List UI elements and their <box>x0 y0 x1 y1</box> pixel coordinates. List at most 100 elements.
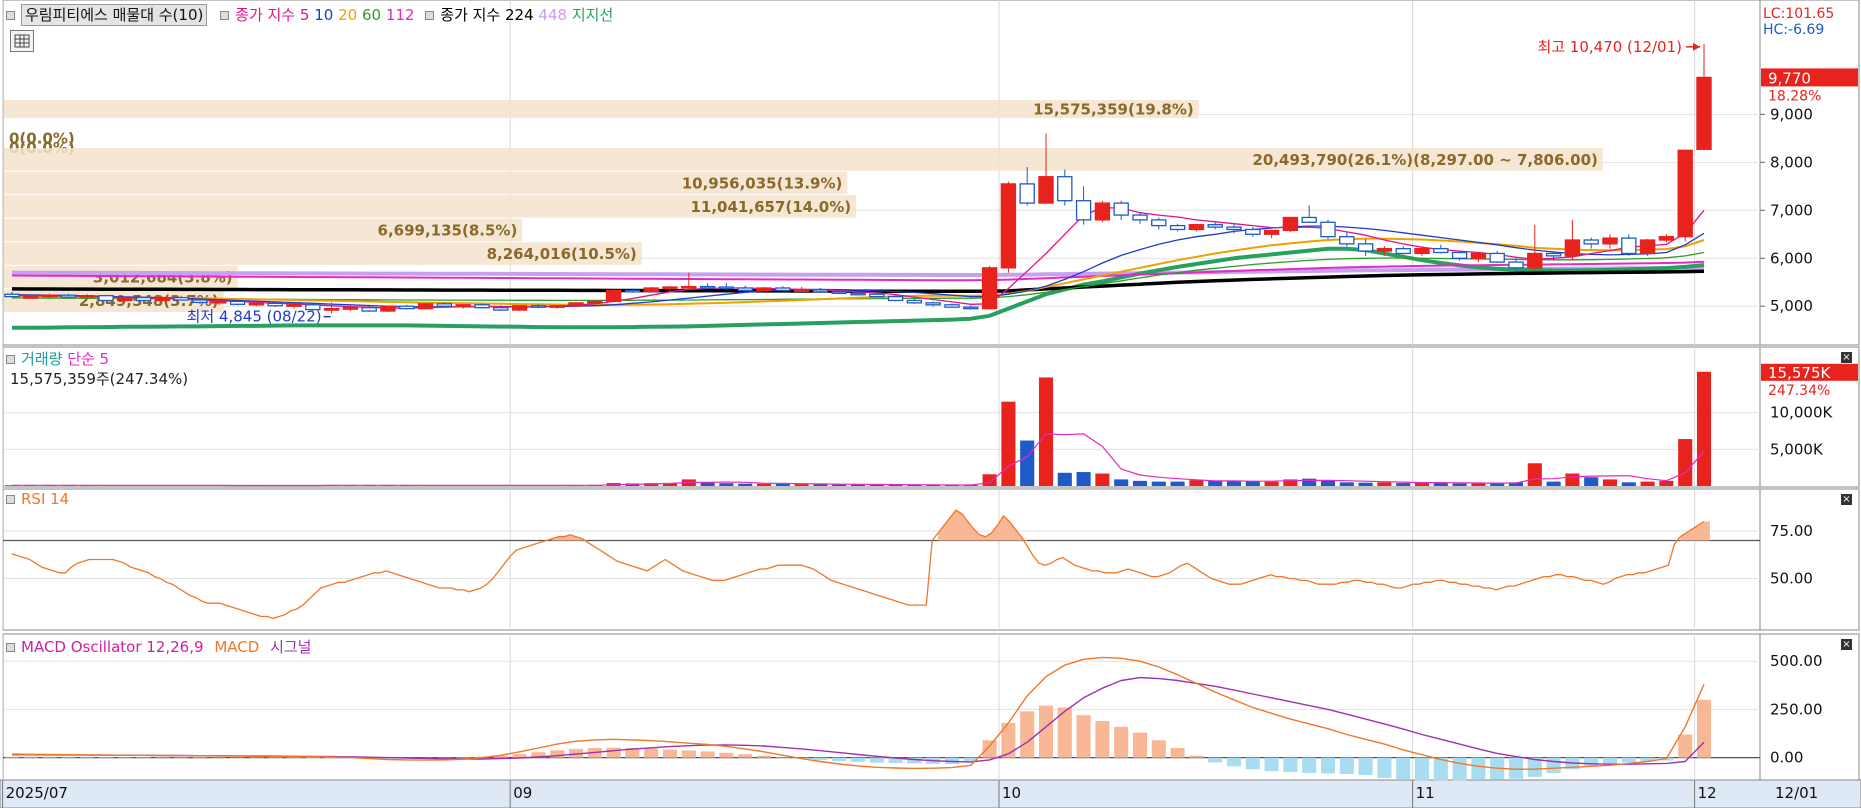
candle-body <box>1564 239 1581 257</box>
y-tick-label: 500.00 <box>1770 652 1823 670</box>
candle-body <box>1263 229 1280 235</box>
candle-body <box>323 307 340 311</box>
volume-pane-legend: 거래량 단순 5 <box>6 348 109 369</box>
y-tick-label: 75.00 <box>1770 522 1813 540</box>
candle-body <box>1508 261 1524 269</box>
candle-body <box>60 294 77 298</box>
volume-bar <box>1114 479 1129 486</box>
candle-body <box>1621 237 1637 255</box>
candle-body <box>1639 239 1656 255</box>
macd-oscillator-bar <box>1546 757 1561 774</box>
macd-oscillator-bar <box>982 740 997 758</box>
candle-body <box>23 295 39 299</box>
candle-body <box>549 305 565 308</box>
candle-body <box>1113 202 1129 216</box>
candle-body <box>380 305 396 312</box>
candle-body <box>699 285 716 289</box>
y-tick-label: 250.00 <box>1770 700 1823 718</box>
candle-body <box>793 289 810 293</box>
macd-oscillator-bar <box>155 757 170 758</box>
pane-square-icon[interactable] <box>220 11 230 20</box>
volume-bar <box>1602 479 1618 486</box>
y-tick-label: 9,000 <box>1770 105 1813 123</box>
candle-body <box>41 294 58 298</box>
hc-label: HC:-6.69 <box>1763 22 1824 38</box>
ma224-label[interactable]: 종가 지수 224 <box>440 6 533 24</box>
volume-bar <box>1584 477 1599 486</box>
volume-label[interactable]: 거래량 <box>21 350 62 368</box>
volume-bar <box>1659 480 1674 486</box>
candle-body <box>417 303 434 310</box>
pane-square-icon[interactable] <box>425 11 435 20</box>
pane-square-icon[interactable] <box>6 11 15 20</box>
stock-title[interactable]: 우림피티에스 매물대 수(10) <box>21 4 208 26</box>
macd-oscillator-bar <box>268 757 283 759</box>
candle-body <box>493 307 509 311</box>
volume-bar <box>1320 480 1336 486</box>
y-tick-label: 10,000K <box>1770 404 1833 422</box>
candle-body <box>1395 248 1411 255</box>
volume-info: 15,575,359주(247.34%) <box>10 370 189 388</box>
volume-profile-label: 11,041,657(14.0%) <box>690 198 851 216</box>
candle-body <box>1169 224 1186 231</box>
pane-square-icon[interactable] <box>6 643 15 652</box>
volume-bar <box>794 484 809 486</box>
candle-body <box>154 296 171 302</box>
macd-oscillator-bar <box>61 756 76 758</box>
macd-oscillator-bar <box>1678 734 1693 758</box>
pane-square-icon[interactable] <box>6 355 15 364</box>
y-tick-label: 5,000K <box>1770 440 1824 458</box>
ma-label[interactable]: 종가 지수 <box>235 6 295 24</box>
volume-close-icon[interactable]: × <box>1841 352 1852 363</box>
y-tick-label: 0.00 <box>1770 749 1803 767</box>
macd-oscillator-bar <box>1471 757 1486 780</box>
volume-bar <box>1245 481 1260 486</box>
rsi-close-icon[interactable]: × <box>1841 494 1852 505</box>
volume-bar <box>1452 483 1467 486</box>
macd-oscillator-bar <box>1170 747 1185 758</box>
candle-body <box>624 289 641 293</box>
x-current-date-label: 12/01 <box>1775 784 1818 802</box>
candle-body <box>98 295 114 302</box>
volume-profile-label: 10,956,035(13.9%) <box>682 174 843 192</box>
ma448-label: 448 <box>538 6 568 24</box>
table-grid-icon[interactable] <box>10 30 34 52</box>
macd-oscillator-bar <box>1283 757 1298 773</box>
last-volume-pct: 247.34% <box>1768 383 1830 399</box>
volume-bar <box>1057 472 1072 486</box>
volume-bar <box>1696 371 1712 486</box>
macd-oscillator-bar <box>1396 757 1411 780</box>
volume-bar <box>1527 463 1542 486</box>
rsi-label[interactable]: RSI 14 <box>21 490 69 508</box>
volume-profile-bar <box>4 99 1199 119</box>
candle-body <box>1658 236 1675 241</box>
macd-close-icon[interactable]: × <box>1841 639 1852 650</box>
macd-oscillator-bar <box>286 757 302 759</box>
macd-oscillator-bar <box>117 757 132 758</box>
candle-body <box>963 306 979 310</box>
candle-body <box>1451 251 1468 259</box>
candle-body <box>1527 252 1543 269</box>
macd-osc-label[interactable]: MACD Oscillator 12,26,9 <box>21 638 204 656</box>
last-volume-label: 15,575K <box>1768 364 1831 382</box>
volume-bar <box>719 483 734 486</box>
candle-body <box>887 295 904 302</box>
candle-body <box>869 293 885 298</box>
candle-body <box>436 303 453 307</box>
candle-body <box>850 292 866 296</box>
macd-oscillator-bar <box>1020 711 1035 758</box>
pane-square-icon[interactable] <box>6 495 15 504</box>
candle-body <box>1470 252 1487 259</box>
volume-bar <box>1546 481 1561 486</box>
ma60-label: 60 <box>361 6 382 24</box>
stock-chart[interactable]: 2025/07 09 10 11 12 12/01 5,000 6,000 7,000 8,000… <box>0 0 1861 808</box>
candle-body <box>1057 176 1073 202</box>
macd-oscillator-bar <box>1302 757 1317 774</box>
macd-oscillator-bar <box>211 757 226 759</box>
volume-bar <box>1678 439 1693 486</box>
volume-bar <box>1076 472 1091 486</box>
macd-line-label: MACD <box>214 638 260 656</box>
volume-ma-label[interactable]: 단순 5 <box>67 350 109 368</box>
candle-body <box>1320 221 1336 238</box>
volume-bar <box>1433 483 1448 486</box>
